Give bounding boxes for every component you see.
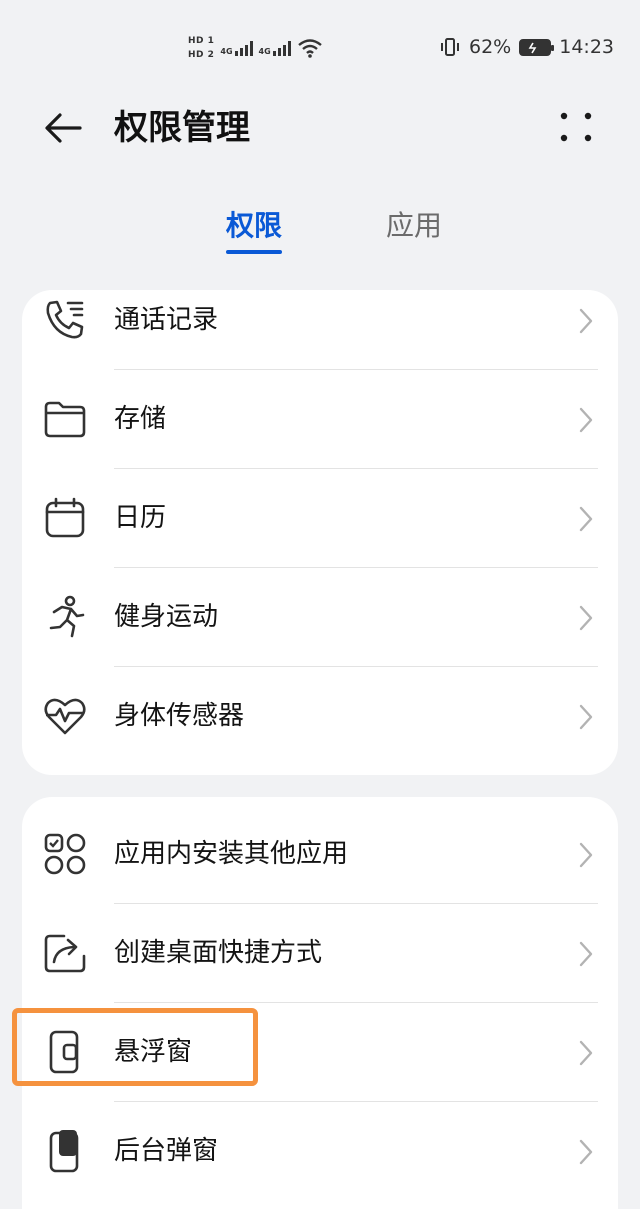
chevron-right-icon (579, 704, 593, 730)
chevron-right-icon (579, 605, 593, 631)
battery-charging-icon (519, 38, 555, 56)
chevron-right-icon (579, 1040, 593, 1066)
chevron-right-icon (579, 407, 593, 433)
signal-icon-sim1: 4G (220, 40, 253, 56)
list-item-label: 通话记录 (114, 305, 219, 335)
chevron-right-icon (579, 842, 593, 868)
list-item-label: 日历 (114, 503, 167, 533)
running-icon (49, 595, 85, 638)
page-title: 权限管理 (114, 108, 250, 148)
tab-permissions[interactable]: 权限 (226, 204, 283, 254)
sim1-label: HD 1 (188, 35, 215, 46)
list-item-label: 存储 (114, 404, 167, 434)
list-item-label: 身体传感器 (114, 701, 245, 731)
shortcut-icon (44, 934, 86, 973)
arrow-left-icon (45, 113, 82, 143)
status-bar: HD 1 HD 2 4G 4G 62% 14:23 (0, 0, 640, 92)
list-item-label: 健身运动 (114, 602, 219, 632)
call-log-icon (46, 300, 84, 339)
network-indicators: HD 1 HD 2 4G 4G (188, 30, 323, 66)
list-item-calendar[interactable]: 日历 (22, 469, 618, 568)
heart-pulse-icon (44, 698, 86, 735)
tab-apps[interactable]: 应用 (386, 204, 442, 248)
more-icon (560, 112, 592, 142)
sim2-label: HD 2 (188, 49, 215, 60)
background-popup-icon (49, 1130, 79, 1173)
calendar-icon (45, 497, 85, 538)
clock: 14:23 (559, 36, 614, 58)
permission-group-2: 应用内安装其他应用 创建桌面快捷方式 悬浮窗 后台弹窗 (22, 797, 618, 1209)
battery-percent: 62% (469, 36, 512, 58)
list-item-label: 后台弹窗 (114, 1136, 219, 1166)
app-grid-icon (44, 833, 86, 875)
more-options-button[interactable] (556, 104, 596, 152)
list-item-storage[interactable]: 存储 (22, 370, 618, 469)
list-item-fitness[interactable]: 健身运动 (22, 568, 618, 667)
list-item-label: 创建桌面快捷方式 (114, 938, 323, 968)
list-item-desktop-shortcut[interactable]: 创建桌面快捷方式 (22, 904, 618, 1003)
chevron-right-icon (579, 308, 593, 334)
wifi-icon (297, 39, 322, 58)
list-item-call-log[interactable]: 通话记录 (22, 290, 618, 370)
signal-icon-sim2: 4G (259, 40, 291, 56)
vibrate-icon (441, 38, 459, 56)
back-button[interactable] (40, 104, 88, 152)
folder-icon (44, 401, 86, 438)
list-item-label: 应用内安装其他应用 (114, 839, 349, 869)
chevron-right-icon (579, 941, 593, 967)
list-item-body-sensors[interactable]: 身体传感器 (22, 667, 618, 766)
list-item-background-popup[interactable]: 后台弹窗 (22, 1102, 618, 1201)
list-item-install-apps[interactable]: 应用内安装其他应用 (22, 805, 618, 904)
chevron-right-icon (579, 506, 593, 532)
hd-volte-icon: HD 1 HD 2 (188, 36, 214, 61)
permission-group-1: 通话记录 存储 日历 健身运动 身体传感器 (22, 290, 618, 775)
chevron-right-icon (579, 1139, 593, 1165)
highlight-annotation (12, 1008, 258, 1086)
